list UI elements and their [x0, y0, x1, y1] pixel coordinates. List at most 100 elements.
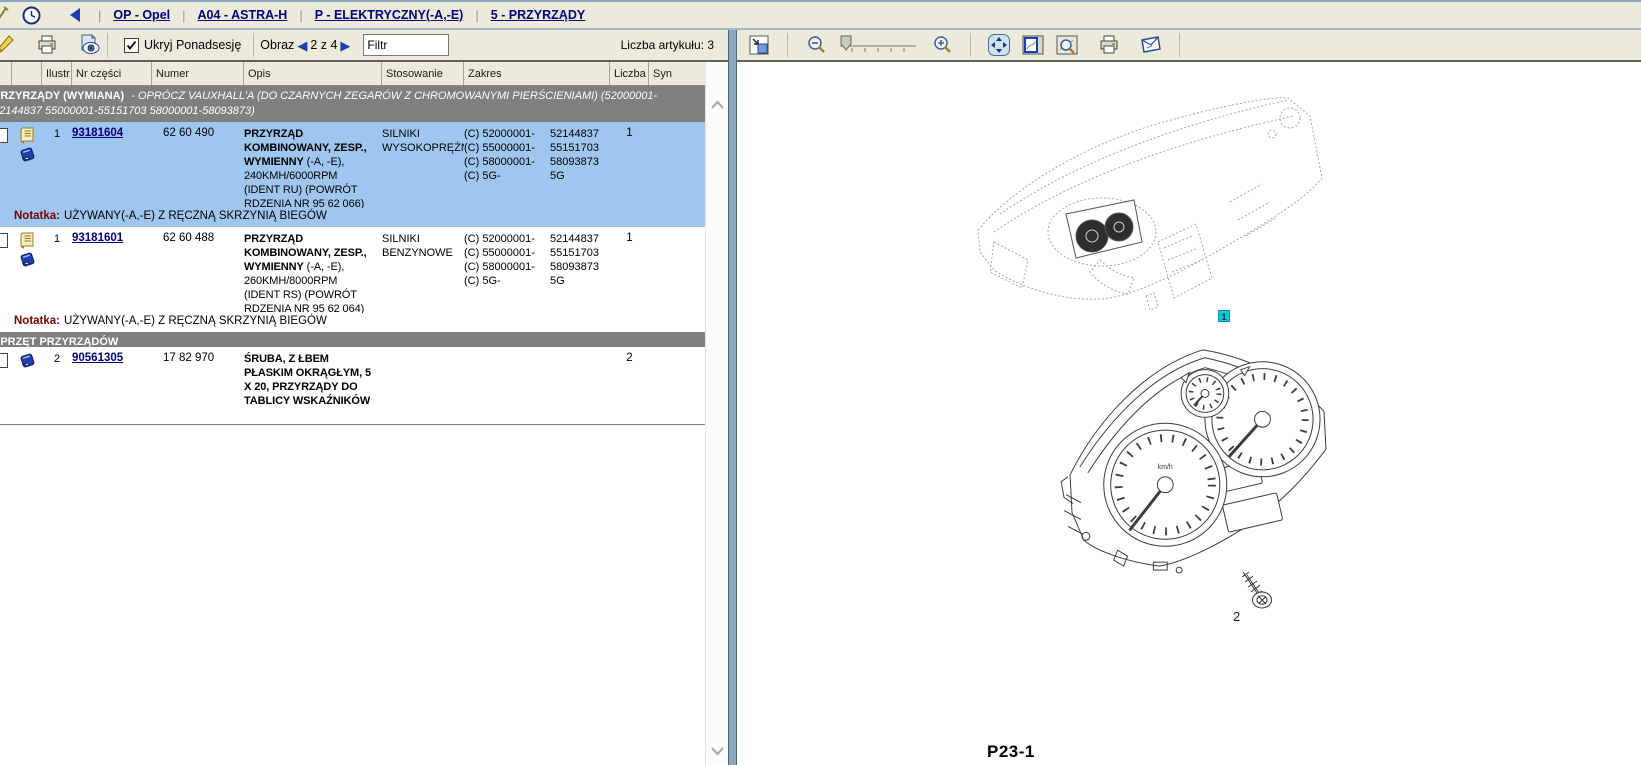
cell-quantity: 2 [610, 352, 649, 424]
catalog-book-icon[interactable] [19, 251, 36, 268]
print-preview-icon[interactable] [77, 33, 101, 57]
header-stosowanie[interactable]: Stosowanie [382, 62, 464, 85]
clipped-edge-icon [0, 4, 12, 26]
note-text: UŻYWANY(-A,-E) Z RĘCZNĄ SKRZYNIĄ BIEGÓW [64, 315, 327, 327]
header-numer[interactable]: Numer [152, 62, 244, 85]
cell-quantity: 1 [610, 127, 649, 208]
part-number-link[interactable]: 93181604 [72, 127, 123, 139]
zoom-slider[interactable] [838, 34, 920, 56]
breadcrumb-separator: | [295, 8, 306, 23]
parts-table-header: Ilustr Nr części Numer Opis Stosowanie Z… [0, 62, 705, 86]
cell-range: (C) 52000001- (C) 55000001- (C) 58000001… [464, 127, 610, 208]
document-note-icon[interactable] [19, 127, 35, 144]
figure-code-label: P23-1 [987, 742, 1035, 762]
fit-view-icon[interactable] [747, 33, 771, 57]
svg-text:km/h: km/h [1158, 464, 1173, 471]
edit-pencil-icon[interactable] [0, 33, 17, 57]
toolbar-separator [1179, 33, 1180, 57]
print-image-icon[interactable] [1097, 33, 1121, 57]
table-row[interactable]: 2 90561305 17 82 970 ŚRUBA, Z ŁBEM PŁASK… [0, 347, 705, 425]
cell-part-number: 93181604 [72, 127, 152, 208]
range-from: (C) 52000001- (C) 55000001- (C) 58000001… [464, 127, 550, 208]
illustration-canvas[interactable]: 1 [737, 62, 1641, 765]
cell-ilustr: 1 [42, 127, 72, 208]
row-select-cell [0, 352, 12, 424]
row-checkbox[interactable] [0, 233, 8, 248]
row-icons-cell [12, 352, 42, 424]
header-syn[interactable]: Syn [649, 62, 705, 85]
range-to: 52144837 55151703 58093873 5G [550, 127, 599, 208]
epc-application-window: { "breadcrumb": { "items": ["OP - Opel",… [0, 0, 1641, 765]
callout-2-label: 2 [1233, 609, 1240, 624]
catalog-book-icon[interactable] [19, 146, 36, 163]
breadcrumb-item-subgroup[interactable]: 5 - PRZYRZĄDY [491, 8, 585, 22]
cell-ilustr: 1 [42, 232, 72, 313]
toolbar-separator [970, 33, 971, 57]
document-note-icon[interactable] [19, 232, 35, 249]
toolbar-separator [253, 33, 254, 57]
cell-number: 17 82 970 [152, 352, 244, 424]
zoom-out-icon[interactable] [804, 33, 828, 57]
toolbar-separator [787, 33, 788, 57]
part-number-link[interactable]: 93181601 [72, 232, 123, 244]
header-icons-column [12, 62, 42, 85]
panel-splitter[interactable] [728, 30, 737, 765]
note-label: Notatka: [14, 210, 60, 222]
print-icon[interactable] [35, 33, 59, 57]
cell-number: 62 60 488 [152, 232, 244, 313]
cell-quantity: 1 [610, 232, 649, 313]
range-to: 52144837 55151703 58093873 5G [550, 232, 599, 313]
zoom-in-icon[interactable] [930, 33, 954, 57]
scroll-up-icon[interactable] [710, 100, 725, 110]
send-mail-icon[interactable] [1139, 33, 1163, 57]
cell-range [464, 352, 610, 424]
part-number-link[interactable]: 90561305 [72, 352, 123, 364]
row-checkbox[interactable] [0, 353, 8, 368]
toolbar-separator [107, 33, 108, 57]
screw-drawing[interactable] [1235, 568, 1275, 614]
image-position: 2 z 4 [310, 38, 337, 52]
breadcrumb-separator: | [94, 8, 105, 23]
cell-ilustr: 2 [42, 352, 72, 424]
image-prev-arrow[interactable]: ◀ [294, 39, 310, 52]
breadcrumb-item-group[interactable]: P - ELEKTRYCZNY(-A,-E) [315, 8, 464, 22]
parts-list-scrollbar[interactable] [705, 62, 729, 765]
table-row[interactable]: 1 93181601 62 60 488 PRZYRZĄD KOMBINOWAN… [0, 227, 705, 313]
header-nr-czesci[interactable]: Nr części [72, 62, 152, 85]
history-clock-icon[interactable] [20, 4, 42, 26]
header-opis[interactable]: Opis [244, 62, 382, 85]
row-select-cell [0, 232, 12, 313]
group-header-row: PRZYRZĄDY (WYMIANA) - OPRÓCZ VAUXHALL'A … [0, 86, 705, 122]
note-label: Notatka: [14, 315, 60, 327]
zoom-region-icon[interactable] [1055, 33, 1079, 57]
note-row: Notatka:UŻYWANY(-A,-E) Z RĘCZNĄ SKRZYNIĄ… [0, 208, 705, 227]
catalog-book-icon[interactable] [19, 352, 36, 369]
header-ilustr[interactable]: Ilustr [42, 62, 72, 85]
image-nav-label: Obraz [260, 38, 294, 52]
group-title: SPRZĘT PRZYRZĄDÓW [0, 336, 118, 347]
image-next-arrow[interactable]: ▶ [337, 39, 353, 52]
note-row: Notatka: UŻYWANY(-A,-E) Z RĘCZNĄ SKRZYNIĄ… [0, 313, 705, 332]
breadcrumb-item-model[interactable]: A04 - ASTRA-H [198, 8, 288, 22]
group-title: PRZYRZĄDY (WYMIANA) [0, 90, 124, 102]
callout-1-marker[interactable]: 1 [1218, 310, 1230, 322]
back-arrow-icon[interactable] [64, 4, 86, 26]
table-row[interactable]: 1 93181604 62 60 490 PRZYRZĄD KOMBINOWAN… [0, 122, 705, 208]
header-zakres[interactable]: Zakres [464, 62, 610, 85]
pan-icon[interactable] [987, 33, 1011, 57]
breadcrumb-separator: | [178, 8, 189, 23]
filter-input[interactable] [363, 34, 449, 56]
breadcrumb: | OP - Opel | A04 - ASTRA-H | P - ELEKTR… [0, 0, 1641, 30]
hide-past-session-label: Ukryj Ponadsesję [144, 38, 241, 52]
select-region-icon[interactable] [1021, 33, 1045, 57]
range-from [464, 352, 550, 424]
instrument-cluster-drawing[interactable]: km/h [1058, 328, 1336, 576]
header-liczba[interactable]: Liczba [610, 62, 649, 85]
hide-past-session-checkbox[interactable] [124, 38, 139, 53]
breadcrumb-item-make[interactable]: OP - Opel [113, 8, 170, 22]
image-viewer-toolbar [737, 30, 1641, 62]
row-checkbox[interactable] [0, 128, 8, 143]
row-select-cell [0, 127, 12, 208]
header-select-column [0, 62, 12, 85]
scroll-down-icon[interactable] [710, 746, 725, 756]
